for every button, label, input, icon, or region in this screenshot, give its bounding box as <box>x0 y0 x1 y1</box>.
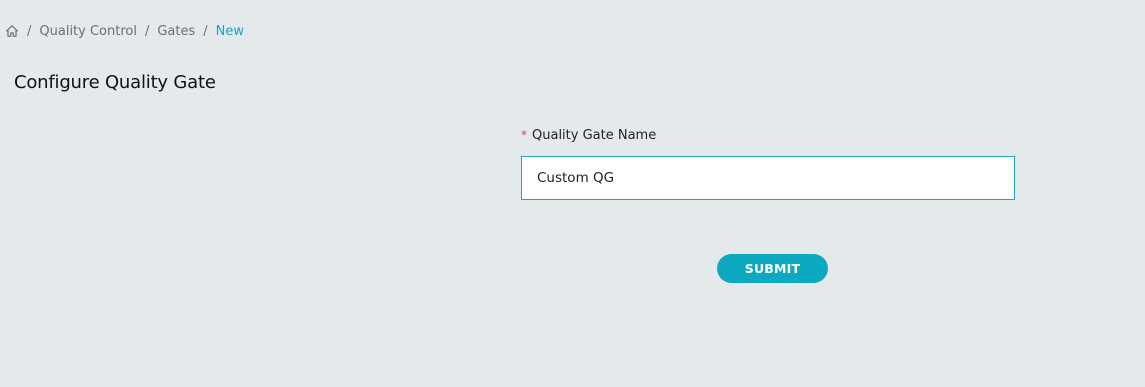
breadcrumb-separator: / <box>144 23 150 39</box>
breadcrumb-separator: / <box>203 23 208 39</box>
breadcrumb: / Quality Control / Gates / New <box>4 22 244 40</box>
quality-gate-name-label-text: Quality Gate Name <box>532 128 657 143</box>
breadcrumb-separator: / <box>27 23 32 39</box>
required-marker: * <box>521 127 527 142</box>
breadcrumb-item-quality-control[interactable]: Quality Control <box>39 24 137 39</box>
breadcrumb-item-gates[interactable]: Gates <box>157 24 195 39</box>
page-title: Configure Quality Gate <box>14 72 216 93</box>
breadcrumb-item-new: New <box>215 23 245 39</box>
home-icon-svg <box>5 25 18 37</box>
quality-gate-name-input[interactable] <box>521 156 1015 200</box>
home-icon[interactable] <box>4 24 19 39</box>
quality-gate-name-label: * Quality Gate Name <box>521 127 657 144</box>
page: / Quality Control / Gates / New Configur… <box>0 0 1145 387</box>
submit-button[interactable]: SUBMIT <box>717 254 828 283</box>
